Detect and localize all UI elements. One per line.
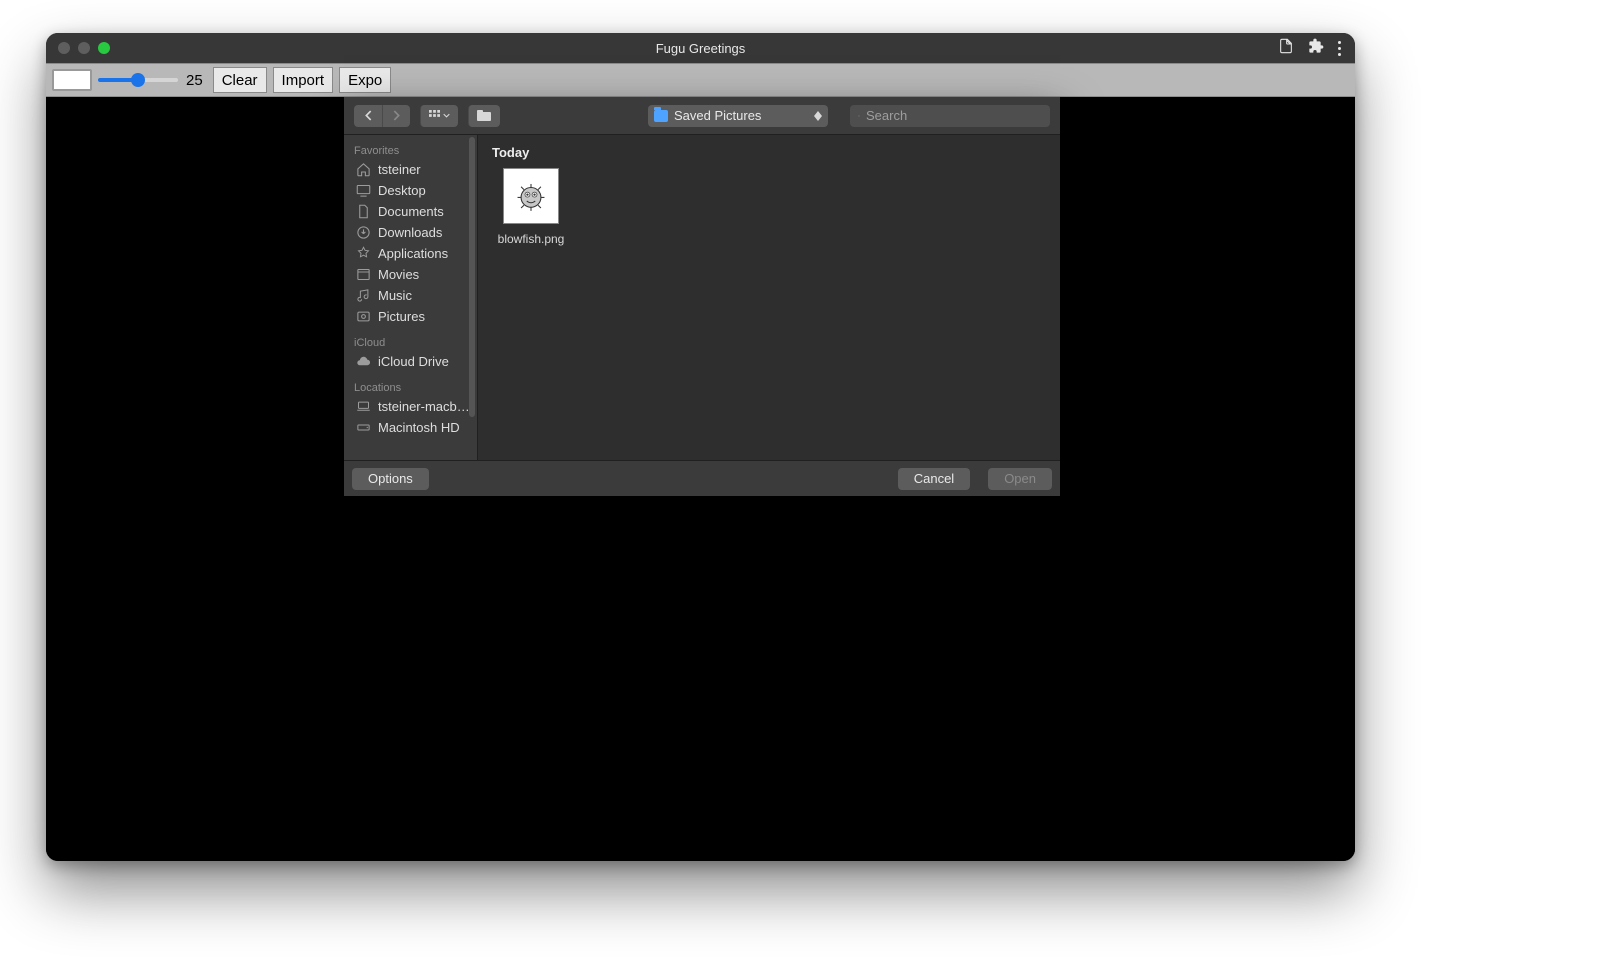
app-toolbar: 25 Clear Import Expo: [46, 63, 1355, 97]
path-label: Saved Pictures: [674, 108, 808, 123]
document-icon: [356, 204, 371, 219]
laptop-icon: [356, 399, 371, 414]
updown-icon: [814, 111, 822, 121]
disk-icon: [356, 420, 371, 435]
color-swatch[interactable]: [52, 69, 92, 91]
nav-forward-button[interactable]: [382, 105, 410, 127]
sidebar-item-icloud-drive[interactable]: iCloud Drive: [344, 351, 477, 372]
sidebar-scrollbar[interactable]: [469, 137, 475, 417]
download-icon: [356, 225, 371, 240]
sidebar-item-documents[interactable]: Documents: [344, 201, 477, 222]
group-by-button[interactable]: [468, 105, 500, 127]
maximize-window-button[interactable]: [98, 42, 110, 54]
sidebar-item-movies[interactable]: Movies: [344, 264, 477, 285]
path-selector[interactable]: Saved Pictures: [648, 105, 828, 127]
file-item[interactable]: blowfish.png: [492, 168, 570, 246]
dialog-footer: Options Cancel Open: [344, 460, 1060, 496]
sidebar-header-locations: Locations: [344, 378, 477, 396]
new-file-icon[interactable]: [1278, 38, 1294, 59]
open-button[interactable]: Open: [988, 468, 1052, 490]
blowfish-icon: [514, 179, 548, 213]
home-icon: [356, 162, 371, 177]
dialog-content: Today: [478, 135, 1060, 460]
minimize-window-button[interactable]: [78, 42, 90, 54]
view-mode-button[interactable]: [420, 105, 458, 127]
nav-seg: [354, 105, 410, 127]
cloud-icon: [356, 354, 371, 369]
applications-icon: [356, 246, 371, 261]
sidebar-item-applications[interactable]: Applications: [344, 243, 477, 264]
sidebar-header-icloud: iCloud: [344, 333, 477, 351]
close-window-button[interactable]: [58, 42, 70, 54]
brush-size-value: 25: [186, 72, 203, 89]
content-group-header: Today: [492, 145, 1046, 160]
sidebar-item-laptop[interactable]: tsteiner-macb…: [344, 396, 477, 417]
file-open-dialog: Saved Pictures Favorites tsteiner: [344, 97, 1060, 496]
window-title: Fugu Greetings: [46, 41, 1355, 56]
brush-size-slider[interactable]: [98, 70, 178, 90]
dialog-toolbar: Saved Pictures: [344, 97, 1060, 135]
nav-back-button[interactable]: [354, 105, 382, 127]
sidebar-item-home[interactable]: tsteiner: [344, 159, 477, 180]
music-icon: [356, 288, 371, 303]
sidebar-item-music[interactable]: Music: [344, 285, 477, 306]
sidebar-item-disk[interactable]: Macintosh HD: [344, 417, 477, 438]
file-thumbnail: [503, 168, 559, 224]
sidebar-header-favorites: Favorites: [344, 141, 477, 159]
search-icon: [858, 110, 860, 122]
window-controls: [58, 42, 110, 54]
extensions-icon[interactable]: [1308, 38, 1324, 59]
file-name: blowfish.png: [492, 232, 570, 246]
import-button[interactable]: Import: [273, 67, 334, 93]
folder-icon: [654, 110, 668, 122]
search-field[interactable]: [850, 105, 1050, 127]
more-menu-icon[interactable]: [1338, 41, 1341, 56]
dialog-body: Favorites tsteiner Desktop Documents Dow…: [344, 135, 1060, 460]
titlebar: Fugu Greetings: [46, 33, 1355, 63]
pictures-icon: [356, 309, 371, 324]
sidebar-item-downloads[interactable]: Downloads: [344, 222, 477, 243]
export-button[interactable]: Expo: [339, 67, 391, 93]
cancel-button[interactable]: Cancel: [898, 468, 970, 490]
dialog-sidebar: Favorites tsteiner Desktop Documents Dow…: [344, 135, 478, 460]
search-input[interactable]: [866, 108, 1042, 123]
desktop-icon: [356, 183, 371, 198]
app-window: Fugu Greetings 25 Clear Import Expo: [46, 33, 1355, 861]
options-button[interactable]: Options: [352, 468, 429, 490]
title-actions: [1278, 33, 1349, 63]
clear-button[interactable]: Clear: [213, 67, 267, 93]
sidebar-item-desktop[interactable]: Desktop: [344, 180, 477, 201]
movies-icon: [356, 267, 371, 282]
sidebar-item-pictures[interactable]: Pictures: [344, 306, 477, 327]
